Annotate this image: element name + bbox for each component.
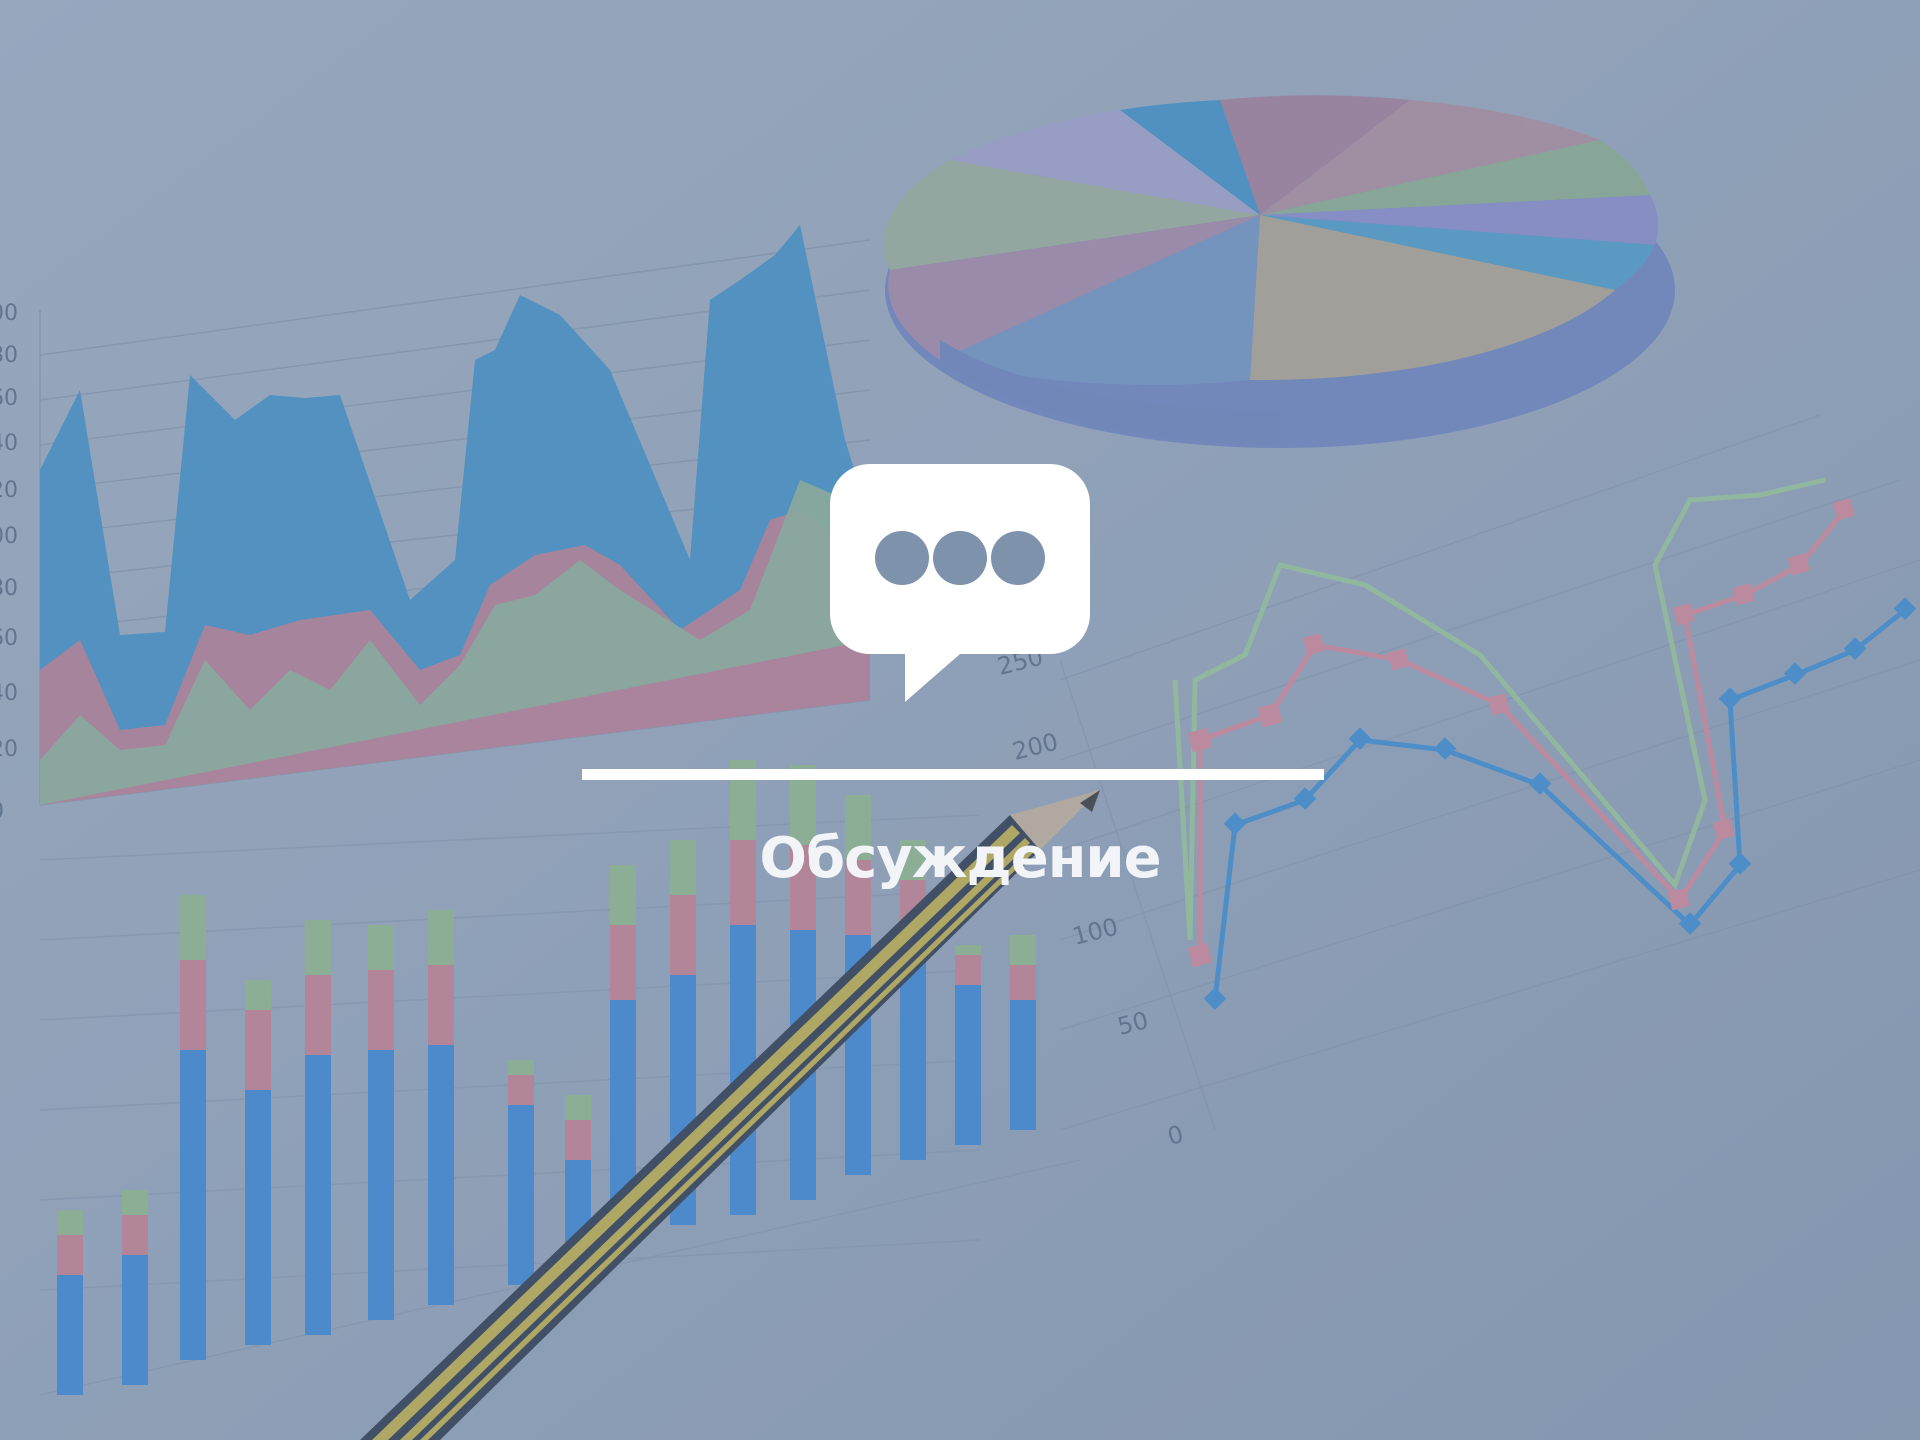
- slide: 250 200 100 50 0 008060 402000 806040 20…: [0, 0, 1920, 1440]
- title-divider: [582, 769, 1324, 780]
- slide-content: Обсуждение: [0, 0, 1920, 1440]
- slide-title: Обсуждение: [759, 826, 1161, 891]
- speech-bubble-icon: [830, 464, 1090, 702]
